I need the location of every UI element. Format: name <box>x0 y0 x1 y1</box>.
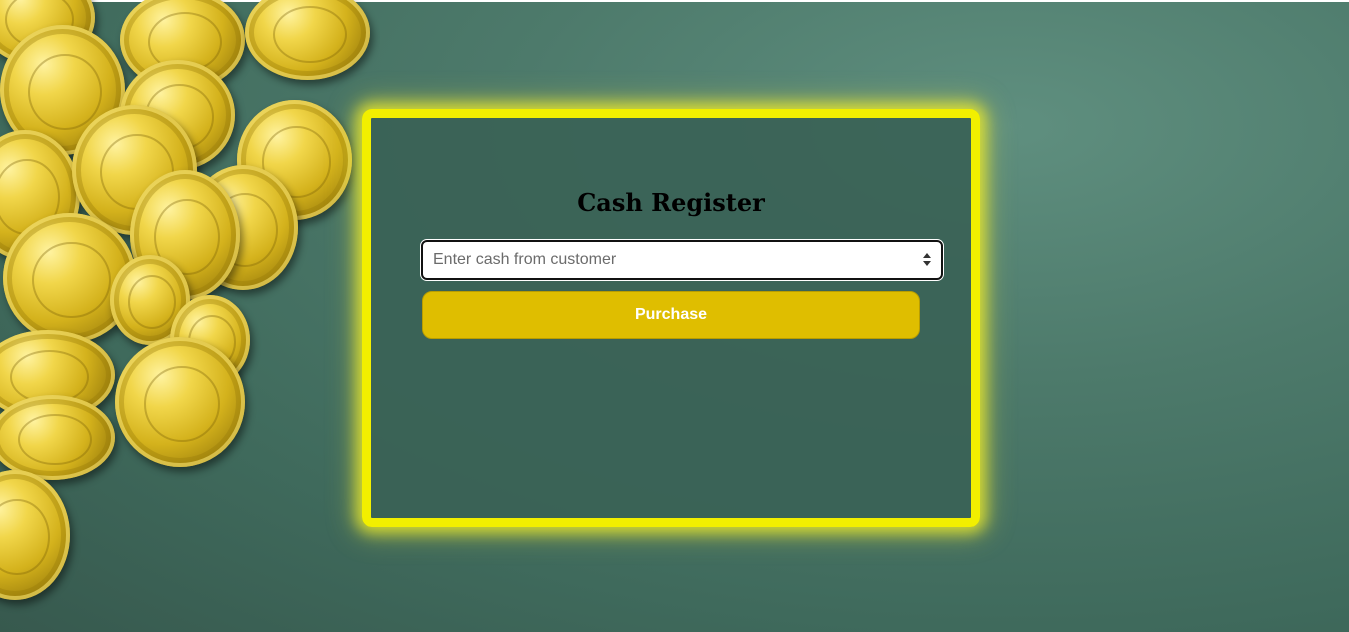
number-spinner-icon[interactable] <box>921 251 933 269</box>
coin-image <box>245 0 370 80</box>
purchase-button[interactable]: Purchase <box>422 291 920 339</box>
page-title: Cash Register <box>577 188 765 217</box>
coin-image <box>115 337 245 467</box>
cash-register-panel: Cash Register Purchase <box>362 109 980 527</box>
coin-image <box>0 395 115 480</box>
gold-coins-decoration <box>0 0 380 632</box>
spinner-up-icon[interactable] <box>923 253 931 258</box>
cash-input-field[interactable] <box>421 240 943 280</box>
coin-image <box>0 470 70 600</box>
cash-input[interactable] <box>423 242 923 278</box>
spinner-down-icon[interactable] <box>923 261 931 266</box>
